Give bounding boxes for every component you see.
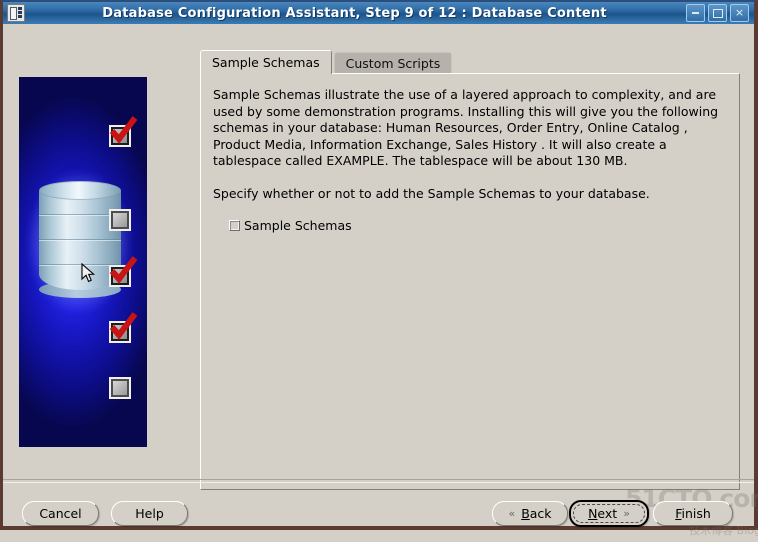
sidebar-step-marker-5: [109, 377, 131, 399]
content-panel: Sample Schemas illustrate the use of a l…: [200, 73, 740, 490]
sidebar-step-marker-2: [109, 209, 131, 231]
help-button-label: Help: [135, 506, 164, 521]
close-button[interactable]: ×: [730, 4, 749, 22]
next-button[interactable]: Next »: [569, 500, 649, 527]
sidebar-illustration: [19, 77, 147, 447]
finish-button[interactable]: Finish: [653, 501, 733, 526]
back-button-label: Back: [521, 506, 552, 521]
tab-custom-scripts-label: Custom Scripts: [345, 56, 441, 71]
mouse-cursor-icon: [81, 263, 95, 283]
instruction-paragraph: Specify whether or not to add the Sample…: [213, 185, 650, 201]
sample-schemas-checkbox[interactable]: [229, 220, 240, 231]
cancel-button[interactable]: Cancel: [22, 501, 99, 526]
minimize-button[interactable]: [686, 4, 705, 22]
cancel-button-label: Cancel: [39, 506, 82, 521]
tab-custom-scripts[interactable]: Custom Scripts: [333, 52, 453, 74]
tab-strip: Sample Schemas Custom Scripts: [200, 50, 454, 74]
sample-schemas-checkbox-label: Sample Schemas: [244, 218, 352, 233]
help-button[interactable]: Help: [111, 501, 188, 526]
close-icon: ×: [734, 6, 745, 19]
chevron-left-icon: «: [508, 507, 516, 520]
tab-sample-schemas[interactable]: Sample Schemas: [200, 50, 332, 74]
tab-sample-schemas-label: Sample Schemas: [212, 55, 320, 70]
minimize-icon: [687, 5, 704, 21]
button-bar-separator: [3, 479, 754, 483]
window-title: Database Configuration Assistant, Step 9…: [102, 5, 607, 21]
window-controls: ×: [686, 4, 749, 22]
sample-schemas-checkbox-row[interactable]: Sample Schemas: [229, 218, 725, 233]
maximize-button[interactable]: [708, 4, 727, 22]
sidebar-step-marker-1: [109, 116, 138, 147]
finish-button-label: Finish: [675, 506, 711, 521]
sidebar-step-marker-4: [109, 312, 138, 343]
back-button[interactable]: « Back: [492, 501, 568, 526]
application-window: Database Configuration Assistant, Step 9…: [0, 0, 758, 537]
chevron-right-icon: »: [623, 507, 630, 520]
client-area: Sample Schemas Custom Scripts Sample Sch…: [3, 24, 758, 537]
sidebar-step-marker-3: [109, 256, 138, 287]
next-button-label: Next: [588, 506, 618, 521]
maximize-icon: [709, 5, 726, 21]
title-bar: Database Configuration Assistant, Step 9…: [3, 2, 754, 25]
description-paragraph: Sample Schemas illustrate the use of a l…: [213, 87, 719, 168]
database-app-icon: [7, 4, 25, 22]
